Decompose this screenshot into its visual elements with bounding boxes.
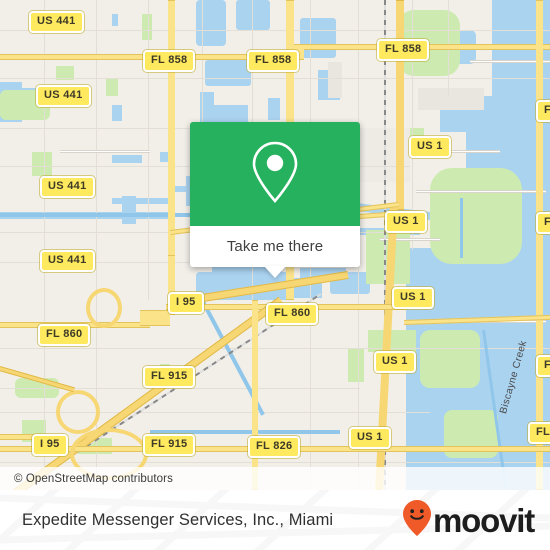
road-shield: FL 9	[536, 100, 550, 122]
road-shield: FL 860	[266, 303, 319, 325]
road-shield: FL 915	[143, 434, 196, 456]
road-shield: US 441	[40, 250, 95, 272]
road-shield: US 1	[392, 287, 434, 309]
road-shield: I 95	[32, 434, 68, 456]
road-shield: US 1	[409, 136, 451, 158]
road-shield: US 441	[40, 176, 95, 198]
location-pin-icon	[249, 139, 301, 210]
road-shield: FL 858	[247, 50, 300, 72]
road-shield: FL 915	[143, 366, 196, 388]
map-attribution: © OpenStreetMap contributors	[0, 467, 550, 490]
page-footer: Expedite Messenger Services, Inc., Miami…	[0, 490, 550, 550]
moovit-logo[interactable]: moovit	[402, 499, 550, 542]
road-shield: FL 860	[38, 324, 91, 346]
take-me-there-label: Take me there	[226, 238, 324, 255]
map-canvas[interactable]: Biscayne Creek US 441 FL 858 FL 858 FL 858 U…	[0, 0, 550, 490]
attribution-text: © OpenStreetMap contributors	[14, 472, 173, 485]
card-pointer	[264, 266, 286, 278]
take-me-there-button[interactable]: Take me there	[190, 226, 360, 267]
moovit-smiley-pin-icon	[402, 499, 432, 542]
road-shield: FL 9	[536, 212, 550, 234]
road-shield: US 441	[29, 11, 84, 33]
road-shield: US 1	[349, 427, 391, 449]
card-pin-area	[190, 122, 360, 226]
road-shield: FL 9	[536, 355, 550, 377]
road-shield: FL 858	[377, 39, 430, 61]
moovit-wordmark: moovit	[433, 501, 535, 539]
road-shield: US 1	[374, 351, 416, 373]
road-shield: US 1	[385, 211, 427, 233]
road-shield: I 95	[168, 292, 204, 314]
road-shield: FL 826	[248, 436, 301, 458]
page-title: Expedite Messenger Services, Inc., Miami	[22, 510, 334, 529]
road-shield: FL 858	[143, 50, 196, 72]
take-me-there-card[interactable]: Take me there	[190, 122, 360, 278]
map-page: Biscayne Creek US 441 FL 858 FL 858 FL 858 U…	[0, 0, 550, 550]
road-shield: US 441	[36, 85, 91, 107]
road-shield: FL 9	[528, 422, 550, 444]
